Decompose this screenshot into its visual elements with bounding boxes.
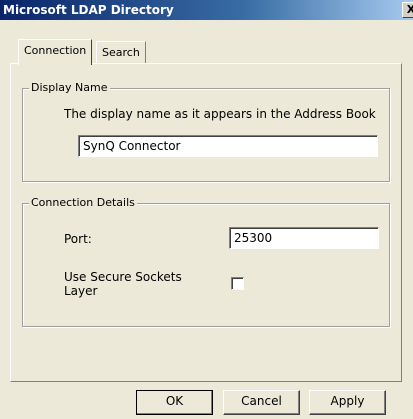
ssl-label-line1: Use Secure Sockets (64, 270, 182, 284)
title-bar: Microsoft LDAP Directory X (0, 0, 413, 20)
tab-search-label: Search (102, 46, 140, 59)
cancel-button[interactable]: Cancel (223, 390, 300, 415)
port-input[interactable]: 25300 (229, 227, 379, 249)
tab-connection[interactable]: Connection (18, 39, 93, 65)
close-button[interactable]: X (402, 2, 413, 18)
display-name-description: The display name as it appears in the Ad… (64, 107, 376, 121)
window-title: Microsoft LDAP Directory (3, 3, 174, 17)
ok-button[interactable]: OK (136, 390, 213, 415)
connection-details-group: Connection Details Port: 25300 Use Secur… (22, 196, 390, 327)
display-name-legend: Display Name (29, 81, 110, 94)
apply-button[interactable]: Apply (309, 390, 386, 415)
ssl-checkbox[interactable] (231, 277, 244, 290)
display-name-input[interactable]: SynQ Connector (78, 135, 378, 157)
tab-connection-label: Connection (24, 44, 87, 57)
connection-tab-panel: Display Name The display name as it appe… (10, 63, 402, 382)
connection-details-legend: Connection Details (29, 196, 137, 209)
display-name-group: Display Name The display name as it appe… (22, 81, 390, 182)
ssl-label-line2: Layer (64, 284, 98, 298)
port-label: Port: (64, 232, 92, 246)
tab-search[interactable]: Search (96, 41, 146, 63)
